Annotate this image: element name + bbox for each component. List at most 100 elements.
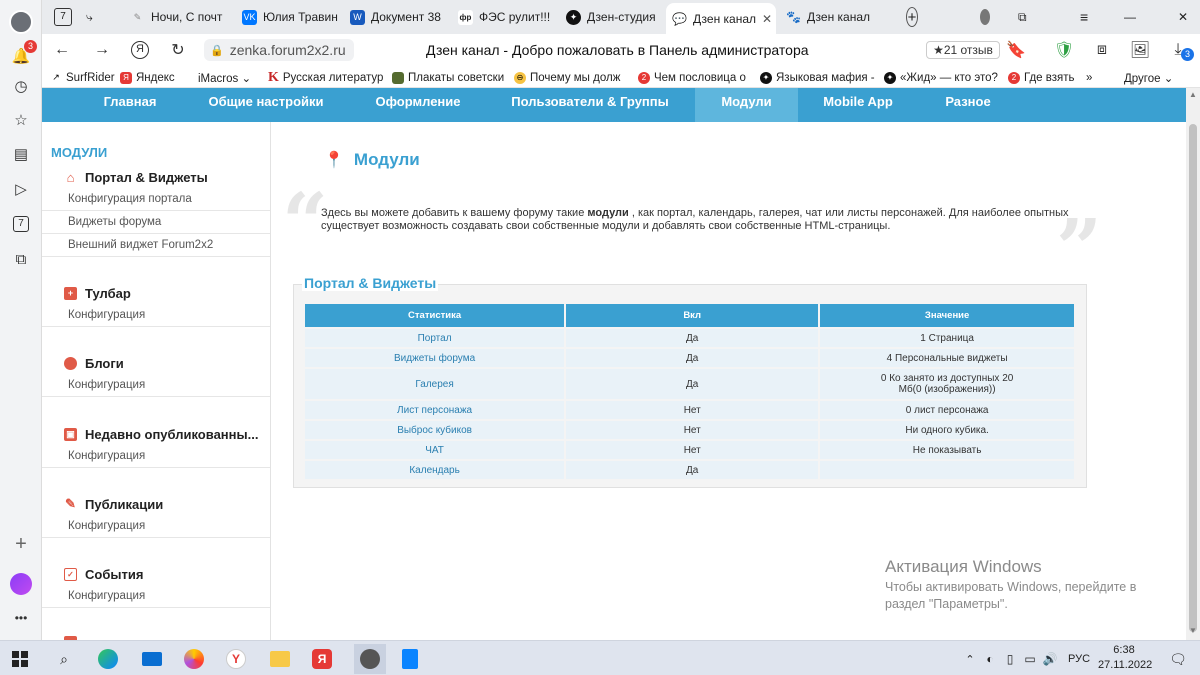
history-icon[interactable]: ◷ [7, 72, 35, 100]
bookmark-russian-lit[interactable]: K Русская литератур [268, 70, 383, 85]
new-group-icon[interactable]: ⤷ [80, 4, 102, 30]
tabs-counter[interactable]: 7 [48, 4, 78, 30]
sidebar-item-external-widget[interactable]: Внешний виджет Forum2x2 [42, 234, 270, 257]
bookmark-yandex[interactable]: Я Яндекс [120, 70, 175, 85]
bookmark-other[interactable]: Другое ⌄ [1124, 70, 1173, 85]
sidebar-item-recent-config[interactable]: Конфигурация [42, 445, 270, 468]
tab-7[interactable]: 🐾 Дзен канал [780, 4, 892, 30]
new-tab-button[interactable]: + [900, 4, 924, 30]
avatar[interactable] [7, 8, 35, 36]
scroll-down-icon[interactable]: ▼ [1189, 626, 1197, 635]
volume-icon[interactable]: 🔊 [1038, 647, 1062, 671]
bookmark-why[interactable]: ⊖ Почему мы долж [514, 70, 620, 85]
stat-link[interactable]: ЧАТ [305, 441, 565, 459]
yandex-browser-icon[interactable]: Y [224, 647, 248, 671]
word-icon: W [350, 9, 365, 25]
sidebar-section-header[interactable]: ✎ Публикации [42, 493, 270, 515]
document-icon[interactable] [398, 647, 422, 671]
close-window-icon[interactable]: ✕ [1172, 4, 1194, 30]
bookmark-icon[interactable]: 🔖 [1006, 40, 1026, 60]
sidebar-section-header[interactable]: + Тулбар [42, 282, 270, 304]
stat-link[interactable]: Календарь [305, 461, 565, 479]
sidebar-title: МОДУЛИ [51, 145, 108, 160]
mail-icon[interactable] [140, 647, 164, 671]
url-field[interactable]: 🔒 zenka.forum2x2.ru [204, 39, 354, 61]
reload-icon[interactable]: ↻ [168, 40, 188, 60]
nav-design[interactable]: Оформление [362, 88, 474, 122]
profile-icon[interactable] [974, 4, 996, 30]
bookmark-language[interactable]: ✦ Языковая мафия - [760, 70, 875, 85]
bookmark-zhid[interactable]: ✦ «Жид» — кто это? [884, 70, 998, 85]
browser-icon[interactable] [182, 647, 206, 671]
active-app-icon[interactable] [354, 644, 386, 674]
star-icon[interactable]: ☆ [7, 106, 35, 134]
add-panel-icon[interactable]: + [7, 530, 35, 558]
scroll-up-icon[interactable]: ▲ [1189, 90, 1197, 99]
bookmarks-more-icon[interactable]: » [1086, 70, 1092, 85]
scroll-thumb[interactable] [1189, 124, 1197, 632]
video-icon[interactable]: ▷ [7, 175, 35, 203]
yandex-icon[interactable]: Я [310, 647, 334, 671]
extensions-icon[interactable]: ⧈ [1092, 40, 1112, 60]
search-icon[interactable]: ⌕ [52, 647, 76, 671]
forward-icon[interactable]: → [92, 40, 112, 60]
sidebar-item-publications-config[interactable]: Конфигурация [42, 515, 270, 538]
stat-link[interactable]: Виджеты форума [305, 349, 565, 367]
notifications-icon[interactable]: 🗨 [1166, 647, 1190, 671]
bookmark-imacros[interactable]: iMacros ⌄ [198, 70, 251, 85]
sidebar-item-events-config[interactable]: Конфигурация [42, 585, 270, 608]
stat-link[interactable]: Выброс кубиков [305, 421, 565, 439]
sidebar-section-header[interactable]: ⌂ Портал & Виджеты [42, 166, 270, 188]
tab-5[interactable]: ✦ Дзен-студия [560, 4, 668, 30]
language-indicator[interactable]: РУС [1064, 647, 1094, 671]
bell-icon[interactable]: 🔔 3 [7, 40, 37, 70]
bookmark-posters[interactable]: Плакаты советски [392, 70, 504, 85]
bookmark-where[interactable]: 2 Где взять [1008, 70, 1075, 85]
sidebar-section-header[interactable]: ▣ Недавно опубликованны... [42, 423, 270, 445]
more-icon[interactable]: ••• [7, 604, 35, 632]
back-icon[interactable]: ← [52, 40, 72, 60]
nav-home[interactable]: Главная [88, 88, 172, 122]
nav-general-settings[interactable]: Общие настройки [200, 88, 332, 122]
explorer-icon[interactable] [268, 647, 292, 671]
yandex-icon[interactable]: Я [130, 40, 150, 60]
close-tab-icon[interactable]: ✕ [762, 12, 772, 26]
windows-start-icon[interactable] [8, 647, 32, 671]
screenshot-icon[interactable]: ⧉ [7, 245, 35, 273]
sidebar-section-header[interactable]: ✓ События [42, 563, 270, 585]
tab-active[interactable]: 💬 Дзен канал ✕ [666, 3, 776, 34]
clock[interactable]: 6:38 27.11.2022 [1098, 643, 1152, 673]
tab-2[interactable]: VK Юлия Травин [236, 4, 348, 30]
page-scrollbar[interactable]: ▲ ▼ [1186, 88, 1200, 640]
bookmark-proverb[interactable]: 2 Чем пословица о [638, 70, 746, 85]
calendar-icon[interactable]: 7 [7, 210, 35, 238]
protect-shield-icon[interactable]: 🛡 [1054, 40, 1074, 60]
fes-icon: фр [458, 9, 473, 25]
reviews-badge[interactable]: ★21 отзыв [926, 41, 1000, 59]
sidebar-section-header[interactable]: Блоги [42, 352, 270, 374]
sidebar-item-toolbar-config[interactable]: Конфигурация [42, 304, 270, 327]
tab-3[interactable]: W Документ 38 [344, 4, 456, 30]
sidebar-item-forum-widgets[interactable]: Виджеты форума [42, 211, 270, 234]
nav-modules[interactable]: Модули [695, 88, 798, 122]
stat-value: 0 Ко занято из доступных 20 Мб(0 (изобра… [820, 369, 1074, 399]
sidebar-item-blogs-config[interactable]: Конфигурация [42, 374, 270, 397]
tabs-collection-icon[interactable]: ⧉ [1012, 4, 1034, 30]
download-icon[interactable]: ⤓ 3 [1168, 40, 1194, 61]
nav-mobile-app[interactable]: Mobile App [812, 88, 904, 122]
nav-users-groups[interactable]: Пользователи & Группы [502, 88, 678, 122]
tab-1[interactable]: ✎ Ночи, С почт [124, 4, 246, 30]
edge-icon[interactable] [96, 647, 120, 671]
menu-icon[interactable]: ≡ [1074, 4, 1096, 30]
alice-icon[interactable] [7, 570, 35, 598]
stat-link[interactable]: Портал [305, 329, 565, 347]
image-extension-icon[interactable]: 🖼 [1130, 40, 1150, 60]
bookmark-surfrider[interactable]: ↗ SurfRider [50, 70, 115, 85]
minimize-icon[interactable]: — [1118, 4, 1140, 30]
collections-icon[interactable]: ▤ [7, 140, 35, 168]
nav-misc[interactable]: Разное [932, 88, 1004, 122]
stat-link[interactable]: Лист персонажа [305, 401, 565, 419]
stat-link[interactable]: Галерея [305, 369, 565, 399]
tab-4[interactable]: фр ФЭС рулит!!! [452, 4, 564, 30]
sidebar-item-portal-config[interactable]: Конфигурация портала [42, 188, 270, 211]
